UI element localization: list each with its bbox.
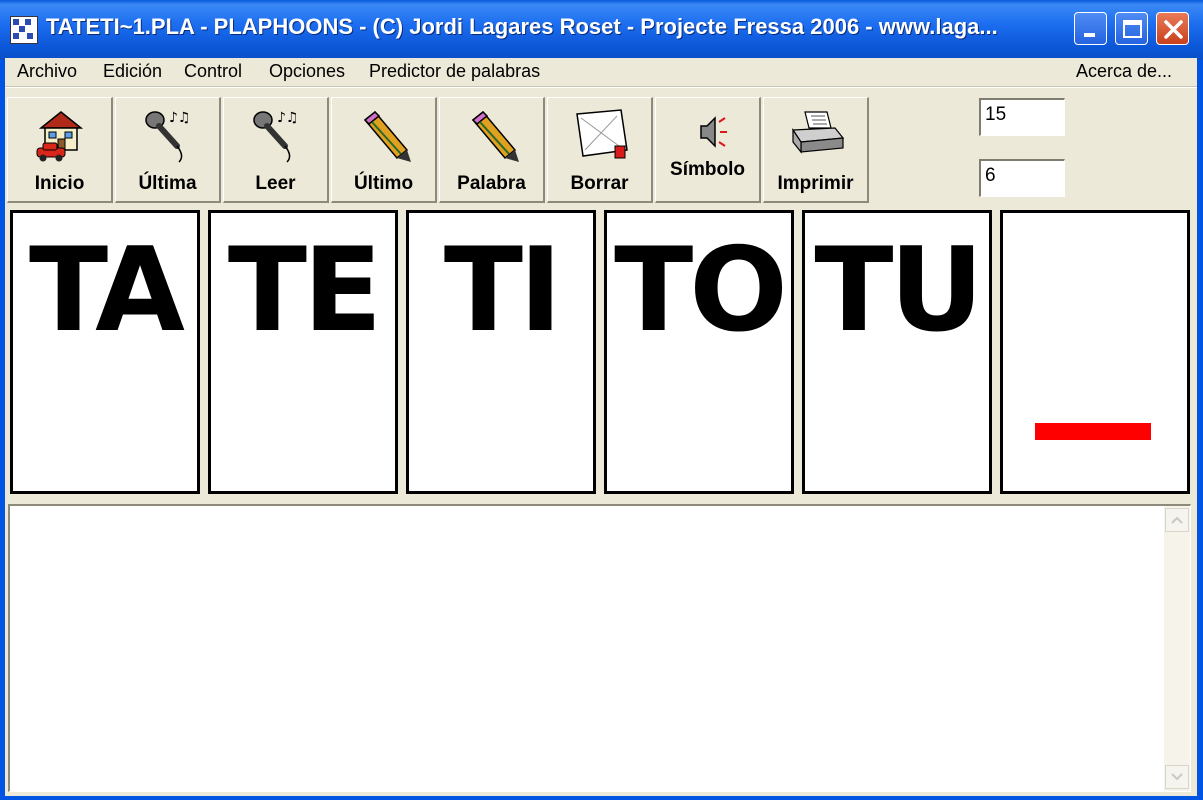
numeric-field-2[interactable]: 6 (979, 159, 1065, 197)
svg-text:♪♫: ♪♫ (169, 110, 191, 126)
imprimir-label: Imprimir (777, 173, 854, 194)
minimize-icon (1084, 33, 1095, 37)
menu-bar: Archivo Edición Control Opciones Predict… (5, 58, 1197, 84)
palabra-label: Palabra (457, 173, 526, 194)
chevron-up-icon (1171, 516, 1183, 524)
inicio-button[interactable]: Inicio (7, 97, 113, 203)
ultima-label: Última (138, 173, 197, 194)
imprimir-button[interactable]: Imprimir (763, 97, 869, 203)
card-label: TE (227, 223, 382, 358)
toolbar-separator (5, 86, 1197, 88)
maximize-icon (1123, 20, 1142, 38)
borrar-button[interactable]: Borrar (547, 97, 653, 203)
minimize-button[interactable] (1074, 12, 1107, 45)
leer-button[interactable]: ♪♫ Leer (223, 97, 329, 203)
menu-acerca-de[interactable]: Acerca de... (1076, 61, 1172, 82)
scroll-up-button[interactable] (1165, 508, 1189, 532)
menu-predictor-palabras[interactable]: Predictor de palabras (369, 61, 540, 82)
vertical-scrollbar[interactable] (1164, 506, 1190, 791)
card-te[interactable]: TE (208, 210, 398, 494)
palabra-button[interactable]: Palabra (439, 97, 545, 203)
leer-label: Leer (255, 173, 296, 194)
pencil-icon (363, 110, 411, 162)
numeric-field-1[interactable]: 15 (979, 98, 1065, 136)
app-window: TATETI~1.PLA - PLAPHOONS - (C) Jordi Lag… (0, 0, 1203, 800)
svg-text:♪♫: ♪♫ (277, 110, 299, 126)
speaker-icon (700, 116, 727, 148)
microphone-icon: ♪♫ (253, 110, 299, 163)
card-tu[interactable]: TU (802, 210, 992, 494)
card-label: TO (614, 223, 788, 358)
simbolo-button[interactable]: Símbolo (655, 97, 761, 203)
printer-icon (791, 111, 845, 154)
client-area: Archivo Edición Control Opciones Predict… (5, 58, 1197, 796)
microphone-icon: ♪♫ (145, 110, 191, 163)
card-ta[interactable]: TA (10, 210, 200, 494)
house-car-icon (36, 111, 84, 162)
card-label: TU (814, 223, 983, 358)
ultimo-button[interactable]: Último (331, 97, 437, 203)
output-text-area[interactable] (8, 504, 1191, 792)
menu-opciones[interactable]: Opciones (269, 61, 345, 82)
menu-control[interactable]: Control (184, 61, 242, 82)
eraser-paper-icon (576, 109, 628, 159)
app-icon[interactable] (10, 16, 38, 44)
title-bar[interactable]: TATETI~1.PLA - PLAPHOONS - (C) Jordi Lag… (0, 0, 1203, 60)
card-ti[interactable]: TI (406, 210, 596, 494)
close-button[interactable] (1156, 12, 1189, 45)
close-icon (1164, 20, 1183, 39)
menu-archivo[interactable]: Archivo (17, 61, 77, 82)
scroll-down-button[interactable] (1165, 765, 1189, 789)
symbol-cards-panel: TA TE TI TO TU (5, 206, 1197, 498)
card-to[interactable]: TO (604, 210, 794, 494)
borrar-label: Borrar (570, 173, 629, 194)
chevron-down-icon (1171, 773, 1183, 781)
menu-edicion[interactable]: Edición (103, 61, 162, 82)
inicio-label: Inicio (34, 173, 85, 194)
ultimo-label: Último (353, 173, 414, 194)
ultima-button[interactable]: ♪♫ Última (115, 97, 221, 203)
pencil-icon (471, 110, 519, 162)
space-cursor-bar (1035, 423, 1151, 440)
card-label: TA (29, 223, 185, 358)
maximize-button[interactable] (1115, 12, 1148, 45)
card-space[interactable] (1000, 210, 1190, 494)
card-label: TI (443, 223, 562, 358)
simbolo-label: Símbolo (670, 159, 745, 180)
window-title: TATETI~1.PLA - PLAPHOONS - (C) Jordi Lag… (46, 14, 998, 39)
